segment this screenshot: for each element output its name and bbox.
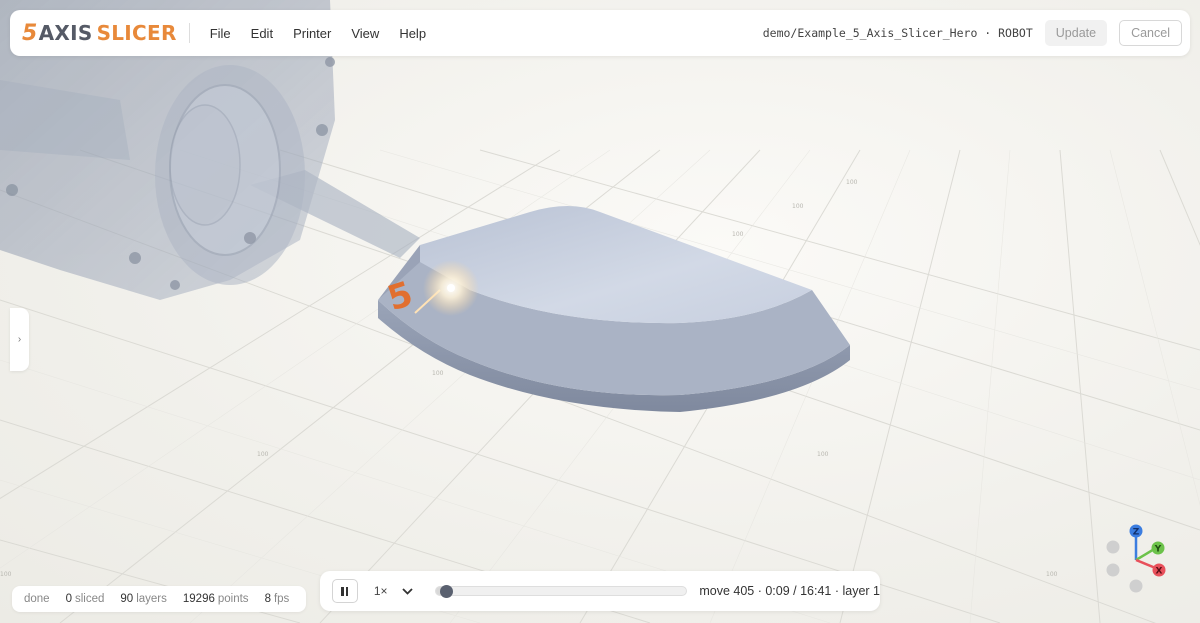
gizmo-neg-z-handle <box>1106 563 1120 577</box>
points-label: points <box>217 593 249 605</box>
playback-progress-slider[interactable] <box>434 584 688 598</box>
status-layers: 90 layers <box>120 593 166 605</box>
cancel-button[interactable]: Cancel <box>1119 20 1182 46</box>
status-sliced: 0 sliced <box>66 593 105 605</box>
sliced-count: 0 <box>65 593 72 605</box>
fps-label: fps <box>273 593 290 605</box>
gizmo-y-label: Y <box>1154 545 1162 555</box>
printed-part: 5 <box>378 206 850 412</box>
view-gizmo[interactable]: Z Y X <box>1100 520 1180 600</box>
menu-printer[interactable]: Printer <box>283 22 341 45</box>
points-count: 19296 <box>182 593 215 605</box>
header-divider <box>188 23 190 43</box>
project-path: demo/Example_5_Axis_Slicer_Hero · ROBOT <box>762 26 1033 40</box>
header-actions: demo/Example_5_Axis_Slicer_Hero · ROBOT … <box>763 20 1182 46</box>
status-fps: 8 fps <box>265 593 290 605</box>
chevron-down-icon <box>401 584 413 598</box>
svg-text:100: 100 <box>257 451 269 458</box>
svg-text:100: 100 <box>432 370 444 377</box>
app-logo: 5 AXIS SLICER <box>22 21 177 46</box>
layers-label: layers <box>136 593 167 605</box>
svg-text:100: 100 <box>846 179 858 186</box>
svg-text:100: 100 <box>1046 571 1058 578</box>
speed-select[interactable]: 1× <box>374 584 413 598</box>
fps-count: 8 <box>264 593 271 605</box>
svg-text:100: 100 <box>792 203 804 210</box>
svg-text:100: 100 <box>0 571 12 578</box>
gizmo-x-label: X <box>1156 567 1163 577</box>
svg-text:100: 100 <box>732 231 744 238</box>
viewport-3d[interactable]: 100 100 100 100 100 100 100 100 5 <box>0 0 1200 623</box>
menu-edit[interactable]: Edit <box>241 22 283 45</box>
chevron-right-icon: › <box>17 334 22 345</box>
playback-status: move 405 · 0:09 / 16:41 · layer 1 <box>699 584 880 598</box>
menu-help[interactable]: Help <box>389 22 436 45</box>
logo-slicer-text: SLICER <box>96 21 177 45</box>
logo-five: 5 <box>22 20 38 46</box>
menu-view[interactable]: View <box>341 22 389 45</box>
update-button[interactable]: Update <box>1044 20 1108 46</box>
gizmo-neg-y-handle <box>1106 540 1120 554</box>
status-bar: done 0 sliced 90 layers 19296 points 8 fps <box>12 586 306 612</box>
status-points: 19296 points <box>183 593 249 605</box>
layers-count: 90 <box>120 593 134 605</box>
logo-axis-text: AXIS <box>38 21 93 45</box>
gizmo-neg-x-handle <box>1129 579 1143 593</box>
speed-value: 1× <box>373 584 388 598</box>
progress-thumb[interactable] <box>439 584 453 598</box>
menu-file[interactable]: File <box>200 22 241 45</box>
scene-canvas: 100 100 100 100 100 100 100 100 5 <box>0 0 1200 623</box>
playback-bar: 1× move 405 · 0:09 / 16:41 · layer 1 <box>320 571 880 611</box>
pause-icon <box>341 586 349 596</box>
sidebar-toggle-button[interactable]: › <box>10 308 29 371</box>
menu-bar: File Edit Printer View Help <box>200 22 436 45</box>
gizmo-z-label: Z <box>1133 528 1140 538</box>
pause-button[interactable] <box>332 579 358 603</box>
svg-text:100: 100 <box>817 451 829 458</box>
sliced-label: sliced <box>75 593 105 605</box>
top-bar: 5 AXIS SLICER File Edit Printer View Hel… <box>10 10 1190 56</box>
status-state: done <box>24 593 50 605</box>
